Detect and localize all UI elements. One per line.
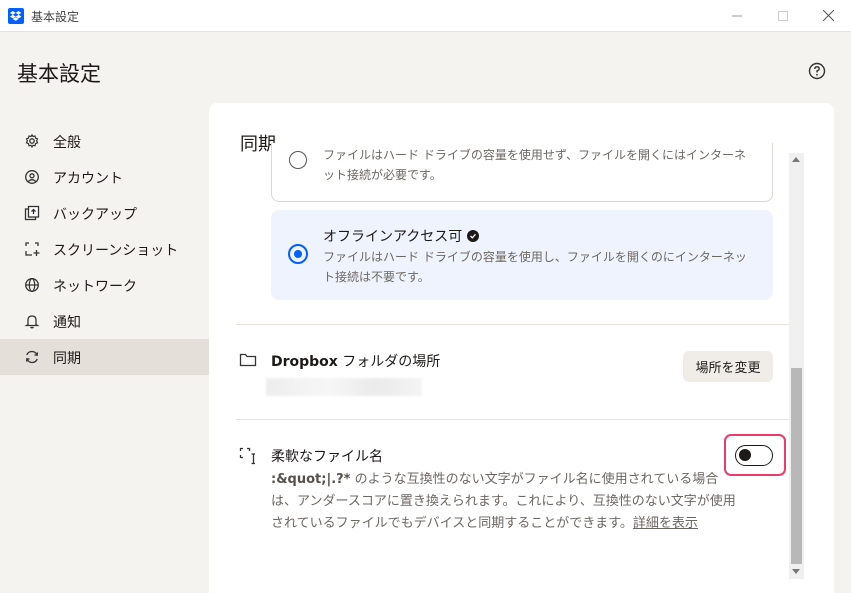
flexible-filenames-description: :&quot;|.?* のような互換性のない文字がファイル名に使用されている場合… [271,469,741,535]
scrollbar-thumb[interactable] [791,368,802,564]
help-icon[interactable] [808,62,826,80]
dropbox-folder-title: Dropbox フォルダの場所 [271,351,440,371]
sidebar-item-screenshots[interactable]: スクリーンショット [0,231,209,267]
minimize-icon [732,15,742,16]
vertical-scrollbar[interactable] [789,153,804,579]
window-title: 基本設定 [31,10,80,24]
account-icon [25,170,39,184]
dropbox-folder-path-blurred [266,378,422,396]
incompatible-characters: :&quot;|.?* [271,472,351,487]
online-only-option[interactable]: ファイルはハード ドライブの容量を使用せず、ファイルを開くにはインターネット接続… [271,143,773,202]
dropbox-folder-title-text: フォルダの場所 [337,354,441,370]
divider [236,324,789,325]
online-only-description: ファイルはハード ドライブの容量を使用せず、ファイルを開くにはインターネット接続… [323,148,746,182]
sidebar-item-network[interactable]: ネットワーク [0,267,209,303]
dropbox-logo-icon [8,8,24,24]
page-title: 基本設定 [17,62,101,86]
maximize-icon [778,10,788,21]
flexible-filenames-toggle[interactable] [735,445,773,466]
divider [236,419,789,420]
flexible-filenames-title: 柔軟なファイル名 [271,449,383,465]
bell-icon [24,315,40,329]
offline-access-radio[interactable] [288,244,308,264]
sidebar-item-backup[interactable]: バックアップ [0,195,209,231]
sidebar-item-notifications[interactable]: 通知 [0,303,209,339]
sidebar-item-label: 全般 [53,135,81,151]
sidebar-item-general[interactable]: 全般 [0,123,209,159]
sidebar-item-label: 通知 [53,315,81,331]
offline-access-title: オフラインアクセス可 [323,229,463,245]
change-location-button[interactable]: 場所を変更 [683,351,773,382]
gear-icon [25,133,39,149]
offline-access-description: ファイルはハード ドライブの容量を使用し、ファイルを開くのにインターネット接続は… [323,250,747,284]
sidebar-item-sync[interactable]: 同期 [0,339,209,375]
maximize-button[interactable] [760,0,806,31]
globe-icon [25,278,39,292]
minimize-button[interactable] [714,0,760,31]
sidebar-item-label: スクリーンショット [53,243,179,259]
screenshot-icon [25,242,40,256]
folder-icon [239,353,257,367]
show-details-link[interactable]: 詳細を表示 [633,516,698,531]
check-badge-icon [467,230,480,242]
sidebar-item-label: 同期 [53,351,81,367]
offline-access-title-row: オフラインアクセス可 [323,226,480,246]
online-only-radio[interactable] [289,151,307,169]
close-icon [822,10,834,21]
scroll-down-arrow-icon[interactable] [792,569,800,574]
sidebar-item-label: バックアップ [53,207,137,223]
title-bar: 基本設定 [0,0,851,32]
toggle-knob [739,449,751,461]
dropbox-folder-title-brand: Dropbox [271,354,338,370]
scroll-up-arrow-icon[interactable] [792,157,800,162]
settings-panel: 同期 ファイルはハード ドライブの容量を使用せず、ファイルを開くにはインターネッ… [209,103,834,593]
close-button[interactable] [805,0,851,31]
sync-icon [25,350,39,364]
sidebar-item-account[interactable]: アカウント [0,159,209,195]
sidebar-item-label: ネットワーク [53,279,137,295]
offline-access-option[interactable]: オフラインアクセス可 ファイルはハード ドライブの容量を使用し、ファイルを開くの… [271,210,773,300]
sidebar-item-label: アカウント [53,171,123,187]
backup-icon [24,205,40,221]
file-rename-icon [239,447,255,465]
